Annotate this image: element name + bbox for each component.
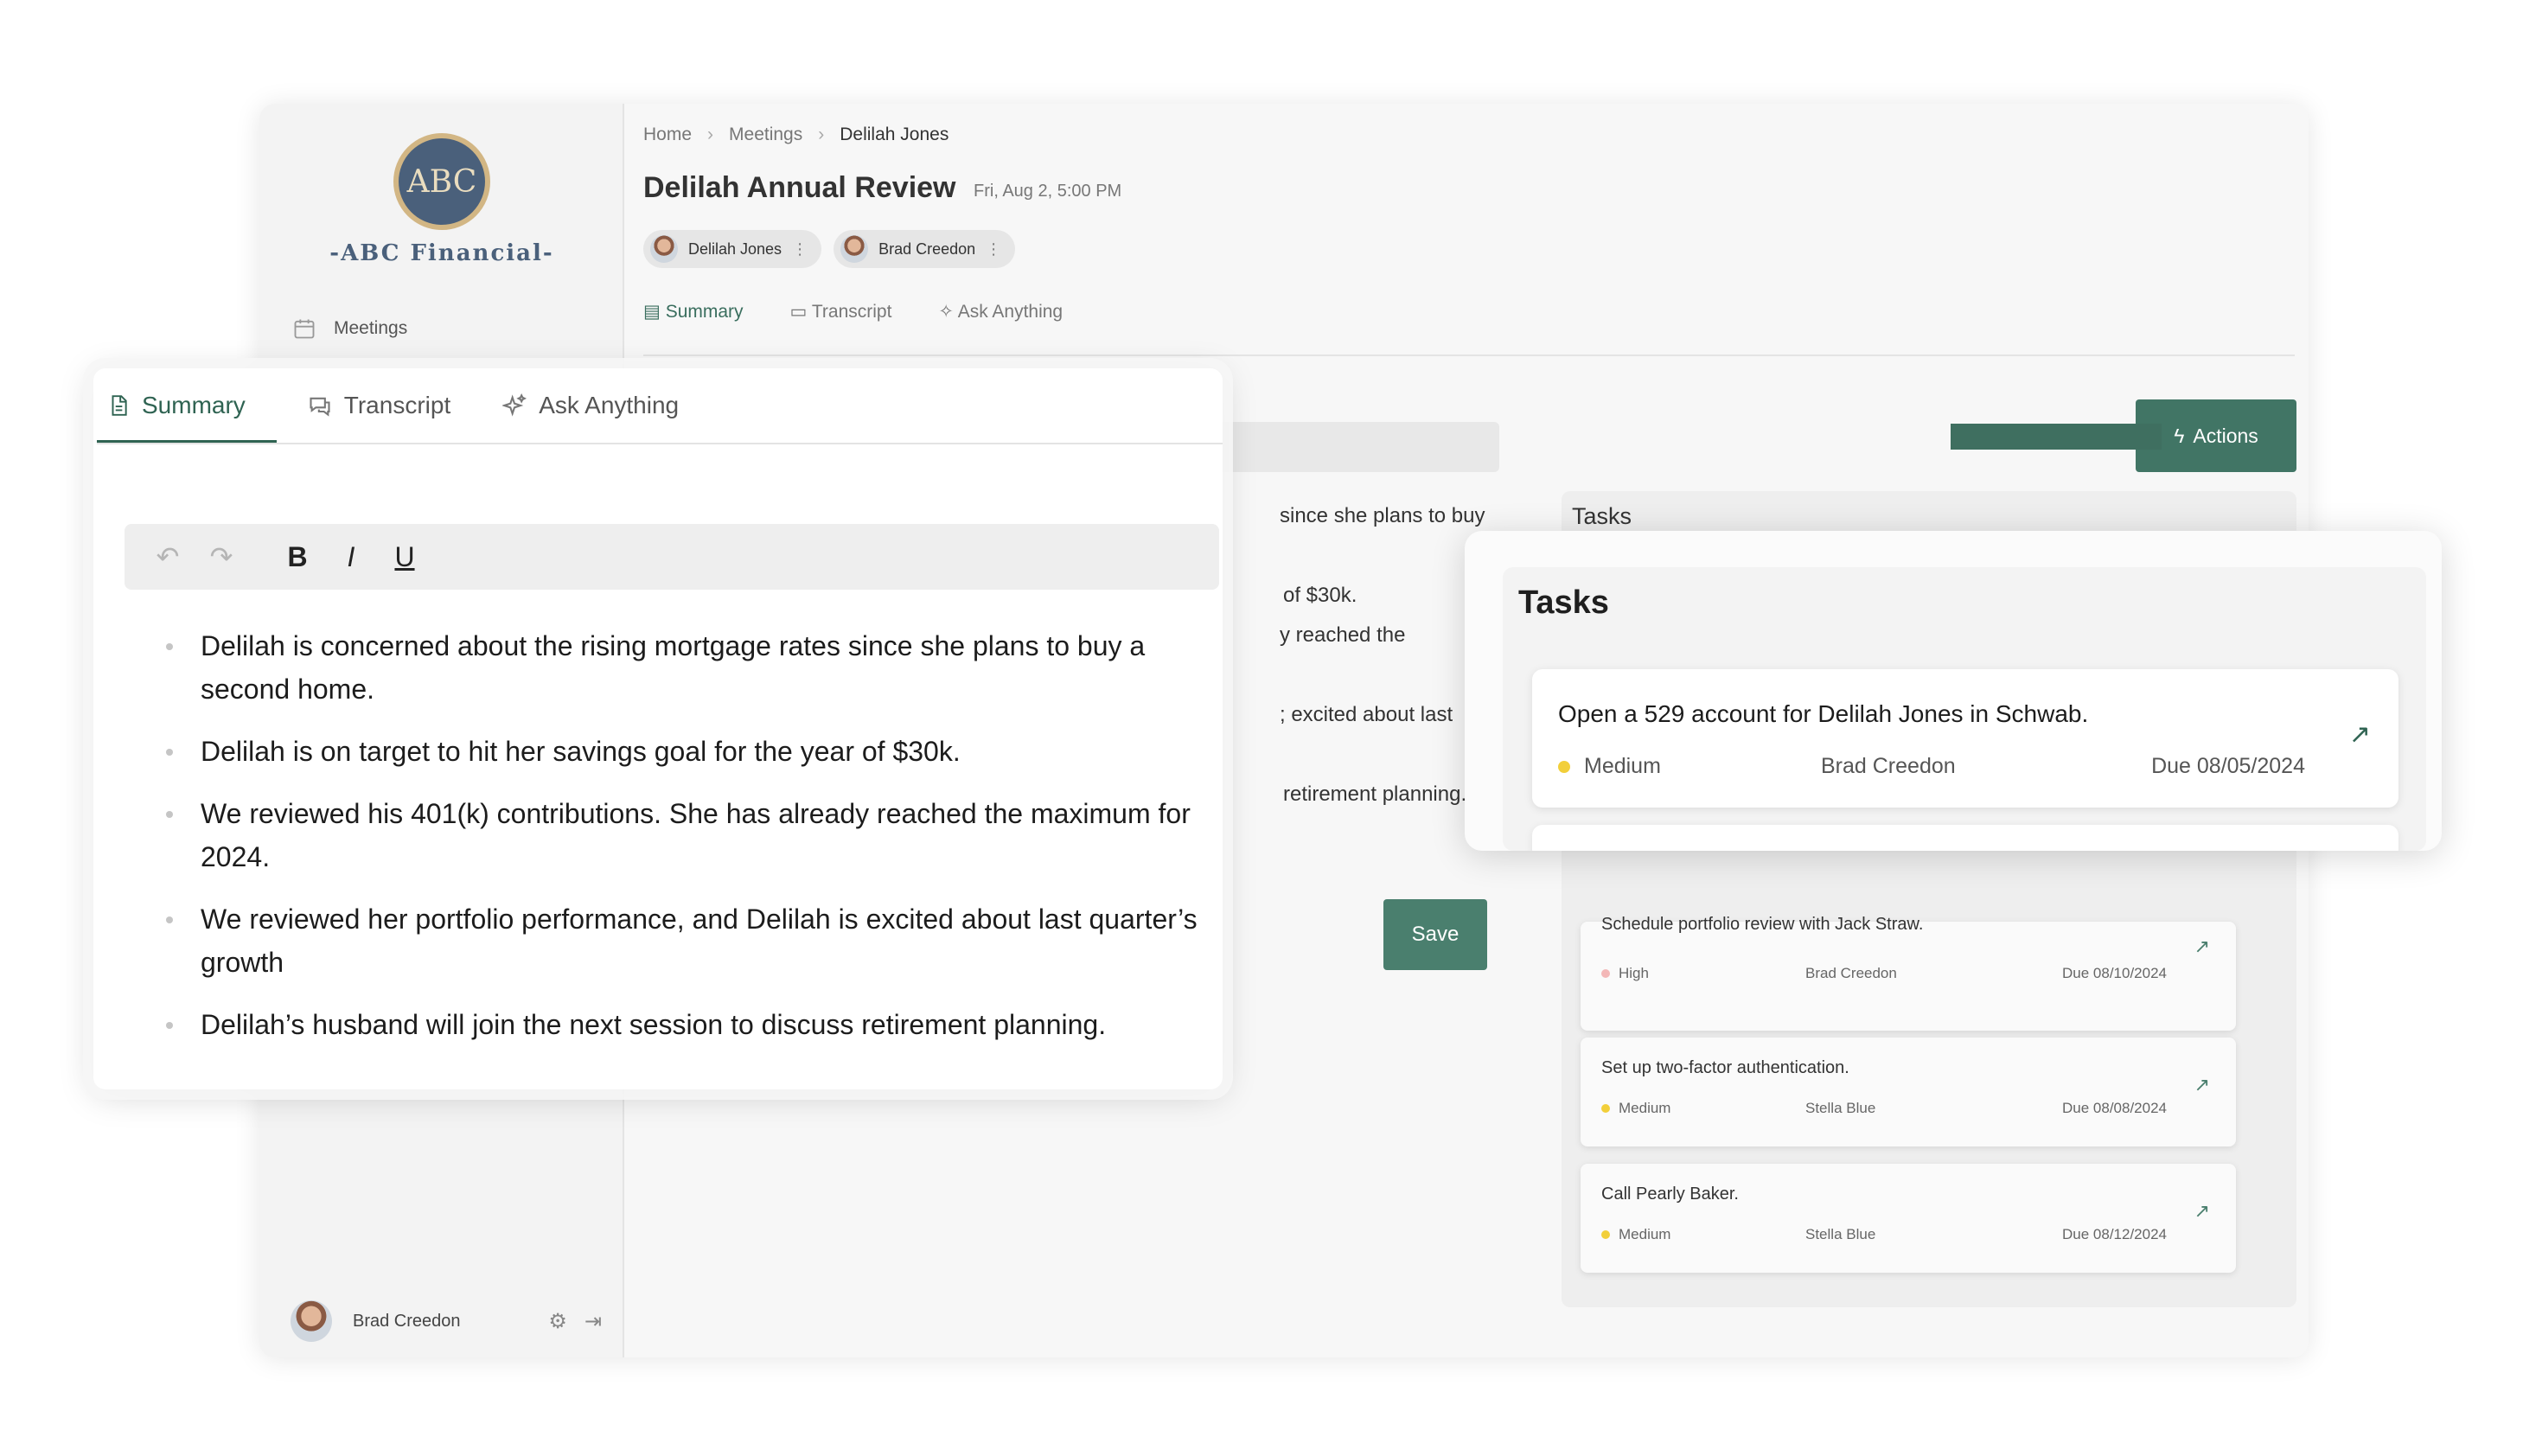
sparkle-icon xyxy=(502,393,527,417)
task-due: Due 08/08/2024 xyxy=(2062,1100,2167,1116)
task-priority: High xyxy=(1619,965,1649,981)
participant-chip[interactable]: Delilah Jones ⋮ xyxy=(643,230,822,268)
calendar-icon xyxy=(294,319,315,339)
participant-chips: Delilah Jones ⋮ Brad Creedon ⋮ xyxy=(643,230,1016,268)
undo-icon[interactable]: ↶ xyxy=(150,540,185,573)
tasks-card: Tasks Open a 529 account for Delilah Jon… xyxy=(1465,531,2442,851)
priority-dot xyxy=(1601,1104,1610,1113)
tab-bar: Summary Transcript Ask Anything xyxy=(97,368,710,444)
task-card[interactable]: Schedule portfolio review with Jack Stra… xyxy=(1581,915,2236,1031)
tab-summary[interactable]: Summary xyxy=(97,368,277,444)
task-title: Schedule portfolio review with Jack Stra… xyxy=(1601,915,1924,934)
external-link-icon[interactable]: ↗ xyxy=(2349,719,2371,750)
breadcrumb: Home › Meetings › Delilah Jones xyxy=(643,125,949,145)
summary-note: We reviewed her portfolio performance, a… xyxy=(166,897,1204,984)
task-card-peek xyxy=(1532,825,2398,851)
breadcrumb-home[interactable]: Home xyxy=(643,125,692,145)
actions-menu-edge xyxy=(1951,424,2162,450)
divider xyxy=(97,443,1223,444)
task-priority: Medium xyxy=(1584,754,1661,778)
underline-button[interactable]: U xyxy=(387,541,422,573)
more-icon[interactable]: ⋮ xyxy=(986,240,1001,259)
user-name: Brad Creedon xyxy=(353,1311,461,1331)
logout-icon[interactable]: ⇥ xyxy=(584,1309,602,1334)
tab-label: Ask Anything xyxy=(539,392,680,418)
task-card[interactable]: Set up two-factor authentication. Medium… xyxy=(1581,1038,2236,1146)
tab-ask-anything[interactable]: Ask Anything xyxy=(482,368,710,443)
chevron-right-icon: › xyxy=(707,125,714,144)
summary-note: Delilah is concerned about the rising mo… xyxy=(166,624,1204,711)
summary-note: Delilah’s husband will join the next ses… xyxy=(166,1003,1204,1046)
avatar xyxy=(840,235,869,263)
breadcrumb-meetings[interactable]: Meetings xyxy=(729,125,802,145)
sidebar-user: Brad Creedon ⚙ ⇥ xyxy=(291,1295,602,1347)
meeting-datetime: Fri, Aug 2, 5:00 PM xyxy=(974,182,1122,201)
tab-label: Transcript xyxy=(343,392,451,418)
task-due: Due 08/12/2024 xyxy=(2062,1226,2167,1242)
task-due: Due 08/05/2024 xyxy=(2151,754,2305,778)
task-due: Due 08/10/2024 xyxy=(2062,965,2167,981)
task-title: Open a 529 account for Delilah Jones in … xyxy=(1558,700,2089,727)
tab-ask-anything-bg[interactable]: ✧ Ask Anything xyxy=(938,301,1063,322)
bold-button[interactable]: B xyxy=(280,541,315,573)
summary-note: Delilah is on target to hit her savings … xyxy=(166,730,1204,773)
external-link-icon[interactable]: ↗ xyxy=(2194,1200,2210,1223)
participant-name: Brad Creedon xyxy=(878,239,976,258)
external-link-icon[interactable]: ↗ xyxy=(2194,1074,2210,1096)
editor-toolbar: ↶ ↷ B I U xyxy=(125,524,1219,590)
task-priority: Medium xyxy=(1619,1100,1671,1116)
bolt-icon: ϟ xyxy=(2174,424,2185,447)
avatar xyxy=(650,235,678,263)
tasks-title: Tasks xyxy=(1518,584,1609,621)
tab-label: Summary xyxy=(142,392,246,418)
tab-summary-bg[interactable]: ▤ Summary xyxy=(643,301,744,322)
logo-badge: ABC xyxy=(393,133,490,230)
italic-button[interactable]: I xyxy=(334,541,368,573)
actions-label: Actions xyxy=(2193,424,2258,447)
task-card-featured[interactable]: Open a 529 account for Delilah Jones in … xyxy=(1532,669,2398,808)
sidebar-item-meetings[interactable]: Meetings xyxy=(292,316,407,341)
tasks-title-bg: Tasks xyxy=(1572,503,1632,529)
divider xyxy=(643,354,2295,356)
sidebar-item-label: Meetings xyxy=(334,318,408,338)
priority-dot xyxy=(1601,969,1610,978)
priority-dot xyxy=(1558,760,1570,773)
task-title: Call Pearly Baker. xyxy=(1601,1185,1739,1204)
brand-name: -ABC Financial- xyxy=(329,240,554,266)
participant-name: Delilah Jones xyxy=(688,239,782,258)
summary-card: Summary Transcript Ask Anything ↶ ↷ B I … xyxy=(93,368,1223,1089)
brand-logo: ABC -ABC Financial- xyxy=(259,133,624,266)
task-owner: Stella Blue xyxy=(1805,1226,1876,1242)
tab-transcript-bg[interactable]: ▭ Transcript xyxy=(790,301,892,322)
user-avatar xyxy=(291,1300,332,1342)
external-link-icon[interactable]: ↗ xyxy=(2194,936,2210,958)
document-icon xyxy=(112,395,127,416)
priority-dot xyxy=(1601,1230,1610,1239)
tab-bar-bg: ▤ Summary ▭ Transcript ✧ Ask Anything xyxy=(643,301,1063,322)
gear-icon[interactable]: ⚙ xyxy=(548,1309,567,1334)
task-card[interactable]: Call Pearly Baker. Medium Stella Blue Du… xyxy=(1581,1164,2236,1273)
page-title: Delilah Annual Review xyxy=(643,171,956,204)
save-button[interactable]: Save xyxy=(1383,899,1487,970)
task-owner: Brad Creedon xyxy=(1821,754,1956,778)
breadcrumb-current: Delilah Jones xyxy=(840,125,949,144)
redo-icon[interactable]: ↷ xyxy=(204,540,239,573)
chevron-right-icon: › xyxy=(818,125,825,144)
task-owner: Stella Blue xyxy=(1805,1100,1876,1116)
more-icon[interactable]: ⋮ xyxy=(792,240,808,259)
task-priority: Medium xyxy=(1619,1226,1671,1242)
chat-icon xyxy=(310,397,330,417)
summary-notes[interactable]: Delilah is concerned about the rising mo… xyxy=(166,624,1204,1065)
summary-note: We reviewed his 401(k) contributions. Sh… xyxy=(166,792,1204,878)
task-title: Set up two-factor authentication. xyxy=(1601,1058,1849,1077)
task-owner: Brad Creedon xyxy=(1805,965,1897,981)
participant-chip[interactable]: Brad Creedon ⋮ xyxy=(834,230,1016,268)
tab-transcript[interactable]: Transcript xyxy=(277,368,482,443)
